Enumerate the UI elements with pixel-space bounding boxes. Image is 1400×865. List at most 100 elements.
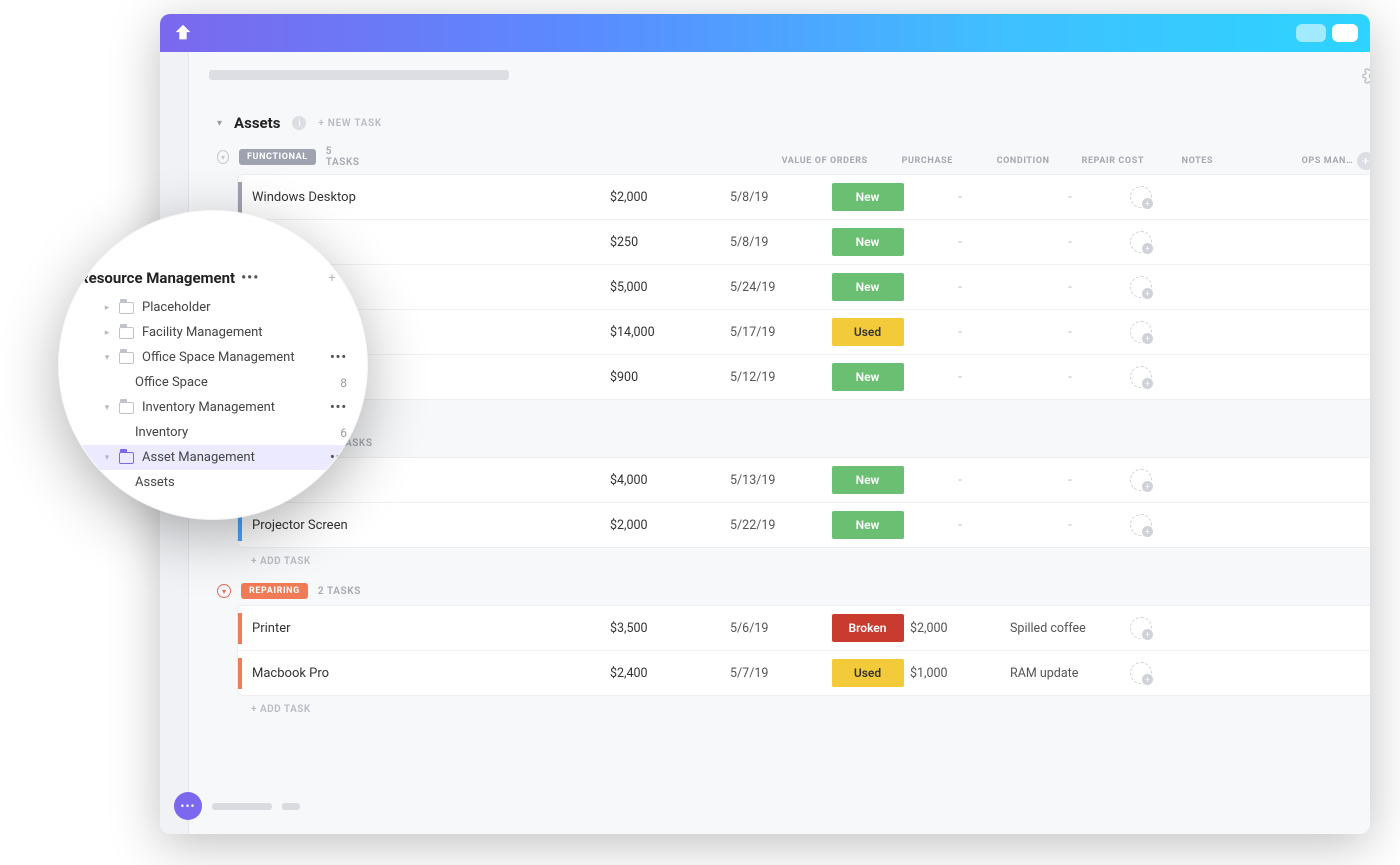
condition-badge[interactable]: New	[832, 228, 904, 256]
column-header[interactable]: NOTES	[1182, 156, 1302, 166]
item-options-icon[interactable]: •••	[330, 450, 353, 465]
purchase-date[interactable]: 5/13/19	[730, 473, 825, 488]
notes[interactable]: RAM update	[1010, 666, 1130, 681]
repair-cost[interactable]: -	[910, 280, 1010, 295]
tree-caret-icon[interactable]: ▸	[103, 303, 111, 313]
assignee-avatar[interactable]	[1130, 617, 1152, 639]
condition-badge[interactable]: New	[832, 363, 904, 391]
search-icon[interactable]: ⌕	[346, 271, 353, 286]
tree-caret-icon[interactable]: ▾	[103, 453, 111, 463]
value-of-orders[interactable]: $3,500	[610, 621, 730, 636]
repair-cost[interactable]: $2,000	[910, 621, 1010, 636]
purchase-date[interactable]: 5/7/19	[730, 666, 825, 681]
repair-cost[interactable]: -	[910, 370, 1010, 385]
tree-caret-icon[interactable]: ▾	[103, 353, 111, 363]
assignee-avatar[interactable]	[1130, 662, 1152, 684]
sidebar-item[interactable]: Assets10	[79, 470, 363, 495]
task-row[interactable]: Windows Desktop$2,0005/8/19New--	[238, 175, 1370, 219]
assignee-avatar[interactable]	[1130, 469, 1152, 491]
sidebar-item[interactable]: Office Space8	[79, 370, 363, 395]
sidebar-item[interactable]: ▾Asset Management•••	[79, 445, 363, 470]
column-header[interactable]: VALUE OF ORDERS	[782, 156, 902, 166]
new-task-button[interactable]: + NEW TASK	[318, 118, 382, 129]
value-of-orders[interactable]: $250	[610, 235, 730, 250]
status-collapse-icon[interactable]: ▾	[217, 150, 229, 164]
assignee-avatar[interactable]	[1130, 276, 1152, 298]
sidebar-item[interactable]: Inventory6	[79, 420, 363, 445]
repair-cost[interactable]: $1,000	[910, 666, 1010, 681]
space-options-icon[interactable]: •••	[241, 270, 259, 286]
value-of-orders[interactable]: $5,000	[610, 280, 730, 295]
purchase-date[interactable]: 5/17/19	[730, 325, 825, 340]
notes[interactable]: -	[1010, 280, 1130, 295]
assignee-avatar[interactable]	[1130, 366, 1152, 388]
notes[interactable]: -	[1010, 473, 1130, 488]
task-row[interactable]: Projector$4,0005/13/19New--	[238, 458, 1370, 502]
notes[interactable]: -	[1010, 235, 1130, 250]
task-row[interactable]: Car$14,0005/17/19Used--	[238, 309, 1370, 354]
purchase-date[interactable]: 5/8/19	[730, 190, 825, 205]
purchase-date[interactable]: 5/6/19	[730, 621, 825, 636]
task-row[interactable]: Projector Screen$2,0005/22/19New--	[238, 502, 1370, 547]
task-row[interactable]: Macbook Pro$2,4005/7/19Used$1,000RAM upd…	[238, 650, 1370, 695]
window-control-b[interactable]	[1332, 24, 1358, 42]
condition-badge[interactable]: Broken	[832, 614, 904, 642]
column-header[interactable]: CONDITION	[997, 156, 1082, 166]
repair-cost[interactable]: -	[910, 473, 1010, 488]
condition-badge[interactable]: New	[832, 183, 904, 211]
condition-badge[interactable]: Used	[832, 318, 904, 346]
assignee-avatar[interactable]	[1130, 321, 1152, 343]
add-task-button[interactable]: + ADD TASK	[209, 400, 1370, 425]
item-options-icon[interactable]: •••	[330, 400, 353, 415]
status-pill[interactable]: FUNCTIONAL	[239, 149, 316, 165]
task-row[interactable]: Smart TV$9005/12/19New--	[238, 354, 1370, 399]
notes[interactable]: Spilled coffee	[1010, 621, 1130, 636]
add-task-button[interactable]: + ADD TASK	[209, 696, 1370, 721]
status-pill[interactable]: REPAIRING	[241, 583, 308, 599]
column-header[interactable]: OPS MAN…	[1302, 156, 1357, 166]
list-collapse-caret-icon[interactable]: ▾	[217, 118, 222, 129]
condition-badge[interactable]: New	[832, 273, 904, 301]
purchase-date[interactable]: 5/12/19	[730, 370, 825, 385]
purchase-date[interactable]: 5/8/19	[730, 235, 825, 250]
status-collapse-icon[interactable]: ▾	[217, 584, 231, 598]
value-of-orders[interactable]: $2,000	[610, 518, 730, 533]
task-row[interactable]: Monitor$2505/8/19New--	[238, 219, 1370, 264]
value-of-orders[interactable]: $2,000	[610, 190, 730, 205]
add-task-button[interactable]: + ADD TASK	[209, 548, 1370, 573]
sidebar-item[interactable]: ▾Inventory Management•••	[79, 395, 363, 420]
repair-cost[interactable]: -	[910, 518, 1010, 533]
notes[interactable]: -	[1010, 325, 1130, 340]
column-header[interactable]: PURCHASE	[902, 156, 997, 166]
column-header[interactable]: REPAIR COST	[1082, 156, 1182, 166]
tree-caret-icon[interactable]: ▸	[103, 328, 111, 338]
task-row[interactable]: Billboard$5,0005/24/19New--	[238, 264, 1370, 309]
condition-badge[interactable]: New	[832, 511, 904, 539]
assignee-avatar[interactable]	[1130, 186, 1152, 208]
assignee-avatar[interactable]	[1130, 514, 1152, 536]
value-of-orders[interactable]: $14,000	[610, 325, 730, 340]
plus-icon[interactable]: +	[328, 271, 335, 286]
space-header[interactable]: Resource Management ••• + ⌕	[79, 269, 363, 295]
notes[interactable]: -	[1010, 518, 1130, 533]
notes[interactable]: -	[1010, 190, 1130, 205]
repair-cost[interactable]: -	[910, 325, 1010, 340]
value-of-orders[interactable]: $2,400	[610, 666, 730, 681]
purchase-date[interactable]: 5/24/19	[730, 280, 825, 295]
assignee-avatar[interactable]	[1130, 231, 1152, 253]
window-control-a[interactable]	[1296, 24, 1326, 42]
purchase-date[interactable]: 5/22/19	[730, 518, 825, 533]
repair-cost[interactable]: -	[910, 190, 1010, 205]
gear-icon[interactable]	[1362, 66, 1370, 90]
window-controls[interactable]	[1296, 24, 1358, 42]
task-row[interactable]: Printer$3,5005/6/19Broken$2,000Spilled c…	[238, 606, 1370, 650]
item-options-icon[interactable]: •••	[330, 350, 353, 365]
sidebar-item[interactable]: ▸Placeholder	[79, 295, 363, 320]
add-column-icon[interactable]: +	[1357, 152, 1370, 170]
condition-badge[interactable]: New	[832, 466, 904, 494]
info-icon[interactable]: i	[292, 116, 306, 130]
value-of-orders[interactable]: $4,000	[610, 473, 730, 488]
repair-cost[interactable]: -	[910, 235, 1010, 250]
value-of-orders[interactable]: $900	[610, 370, 730, 385]
notes[interactable]: -	[1010, 370, 1130, 385]
